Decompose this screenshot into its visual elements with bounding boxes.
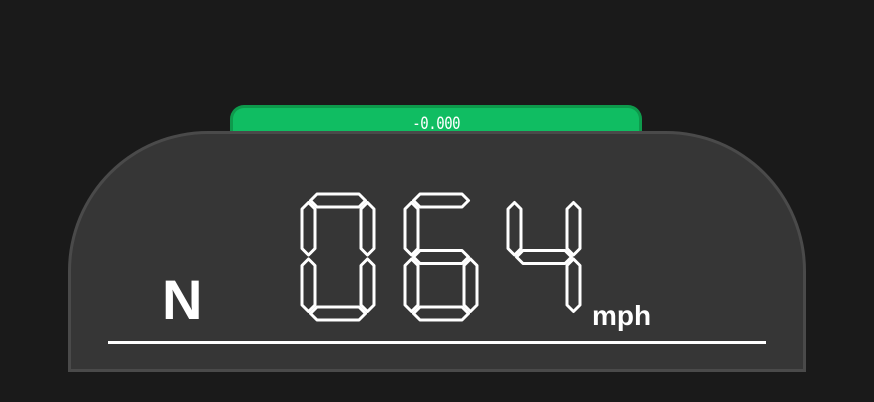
digit-segment-a — [309, 192, 367, 209]
digit-segment-e — [300, 257, 317, 313]
digit-segment-b — [565, 201, 582, 257]
digit-segment-c — [565, 257, 582, 313]
digit-segment-c — [359, 257, 376, 313]
digit-segment-c — [462, 257, 479, 313]
digit-segment-f — [403, 201, 420, 257]
digit-segment-g — [412, 249, 470, 265]
digit-segment-e — [403, 257, 420, 313]
speed-unit: mph — [592, 300, 652, 331]
speed-digit — [300, 192, 376, 322]
panel-edge — [68, 369, 806, 372]
speed-readout — [300, 192, 582, 322]
speed-digit — [403, 192, 479, 322]
digit-segment-d — [309, 305, 367, 322]
baseline-divider — [108, 341, 766, 344]
hud-display: -0.000 N mph — [0, 0, 874, 402]
gear-indicator: N — [162, 268, 203, 331]
digit-segment-a — [412, 192, 470, 209]
speed-digit — [506, 201, 582, 313]
digit-segment-f — [506, 201, 523, 257]
digit-segment-g — [515, 249, 573, 265]
digit-segment-b — [359, 201, 376, 257]
digit-segment-d — [412, 305, 470, 322]
digit-segment-f — [300, 201, 317, 257]
